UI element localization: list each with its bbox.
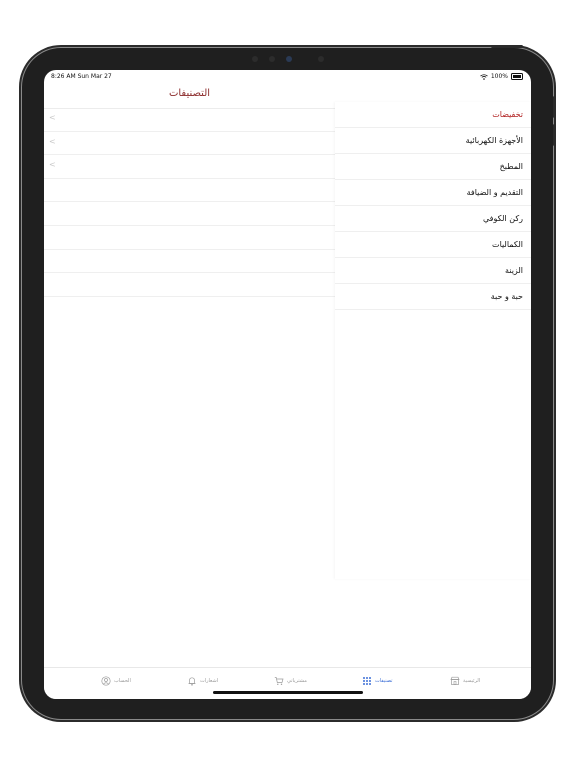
- category-label: المطبخ: [499, 162, 523, 171]
- subcategory-row[interactable]: [44, 179, 335, 203]
- grid-icon: [363, 677, 371, 685]
- page-header: التصنيفات: [44, 82, 335, 109]
- bell-icon: [188, 677, 196, 686]
- battery-percent: 100%: [490, 73, 508, 80]
- category-item-habba[interactable]: حبة و حبة: [335, 284, 531, 310]
- account-icon: [101, 676, 111, 686]
- chevron-left-icon: <: [49, 113, 56, 122]
- subcategory-row[interactable]: <: [44, 155, 335, 179]
- status-time: 8:26 AM Sun Mar 27: [51, 73, 112, 80]
- tab-categories[interactable]: تصنيفات: [362, 676, 393, 686]
- wifi-icon: [480, 73, 488, 80]
- status-bar: 8:26 AM Sun Mar 27 100%: [44, 70, 531, 82]
- subcategory-row[interactable]: [44, 250, 335, 274]
- tab-label: اشعارات: [200, 678, 219, 684]
- cart-icon: [274, 677, 284, 685]
- category-sidebar: تخفيضات الأجهزة الكهربائية المطبخ التقدي…: [335, 102, 531, 579]
- category-item-kitchen[interactable]: المطبخ: [335, 154, 531, 180]
- category-label: ركن الكوفي: [482, 214, 523, 223]
- category-label: الأجهزة الكهربائية: [465, 136, 523, 145]
- subcategory-row[interactable]: [44, 202, 335, 226]
- tab-account[interactable]: الحساب: [101, 676, 131, 686]
- category-item-serving[interactable]: التقديم و الضيافة: [335, 180, 531, 206]
- store-icon: [450, 676, 460, 685]
- subcategory-row[interactable]: [44, 273, 335, 297]
- category-item-decor[interactable]: الزينة: [335, 258, 531, 284]
- tab-home[interactable]: الرئيسية: [450, 676, 480, 686]
- tab-bar: الحساب اشعارات مشترياتي تصنيفات الرئيسية: [44, 667, 531, 699]
- sensor-dot: [252, 56, 258, 62]
- subcategory-row[interactable]: <: [44, 108, 335, 132]
- category-label: الكماليات: [492, 240, 523, 249]
- subcategory-row[interactable]: <: [44, 132, 335, 156]
- volume-up-button: [553, 96, 556, 118]
- page-title: التصنيفات: [168, 88, 211, 99]
- category-label: حبة و حبة: [490, 292, 523, 301]
- tab-purchases[interactable]: مشترياتي: [274, 676, 307, 686]
- tab-notifications[interactable]: اشعارات: [187, 676, 218, 686]
- category-item-electrical[interactable]: الأجهزة الكهربائية: [335, 128, 531, 154]
- volume-down-button: [553, 124, 556, 146]
- category-label: الزينة: [504, 266, 523, 275]
- tab-label: تصنيفات: [375, 678, 393, 684]
- chevron-left-icon: <: [49, 160, 56, 170]
- camera-icon: [286, 56, 292, 62]
- category-item-coffee-corner[interactable]: ركن الكوفي: [335, 206, 531, 232]
- sensor-dot: [269, 56, 275, 62]
- subcategory-row[interactable]: [44, 226, 335, 250]
- top-button: [491, 45, 523, 48]
- sensor-dot: [318, 56, 324, 62]
- category-item-discounts[interactable]: تخفيضات: [335, 102, 531, 128]
- battery-icon: [511, 73, 523, 80]
- tab-label: مشترياتي: [287, 678, 307, 684]
- home-indicator[interactable]: [213, 691, 363, 694]
- category-label: تخفيضات: [492, 110, 523, 119]
- screen: 8:26 AM Sun Mar 27 100% التصنيفات < < < …: [44, 70, 531, 699]
- tab-label: الحساب: [114, 678, 131, 684]
- subcategory-list: < < <: [44, 108, 335, 297]
- chevron-left-icon: <: [49, 136, 56, 146]
- category-label: التقديم و الضيافة: [466, 188, 523, 197]
- category-item-accessories[interactable]: الكماليات: [335, 232, 531, 258]
- tab-label: الرئيسية: [463, 678, 481, 684]
